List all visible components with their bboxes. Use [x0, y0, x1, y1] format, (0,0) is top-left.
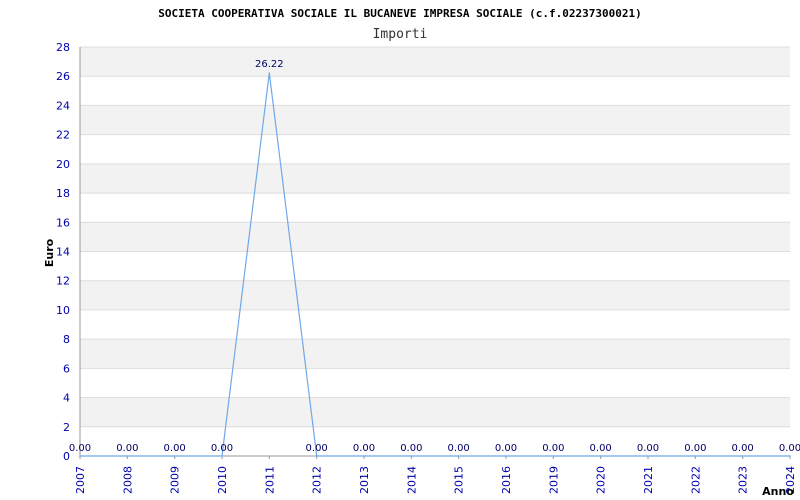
y-tick-label: 26: [56, 70, 70, 83]
x-tick-label: 2013: [358, 466, 371, 494]
x-tick-label: 2012: [311, 466, 324, 494]
x-tick-label: 2014: [405, 466, 418, 494]
grid-band: [80, 105, 790, 135]
y-tick-labels: 0246810121416182022242628: [56, 41, 70, 463]
data-label: 0.00: [400, 443, 422, 454]
data-point: [315, 455, 318, 457]
y-tick-label: 6: [63, 362, 70, 375]
y-tick-label: 28: [56, 41, 70, 54]
data-point: [694, 455, 697, 457]
data-point: [457, 455, 460, 457]
data-point: [268, 72, 271, 74]
y-axis-label: Euro: [43, 238, 56, 267]
y-tick-label: 16: [56, 216, 70, 229]
data-label: 0.00: [69, 443, 91, 454]
data-point: [410, 455, 413, 457]
grid-band: [80, 47, 790, 77]
grid-band: [80, 339, 790, 369]
data-point: [552, 455, 555, 457]
data-label: 0.00: [542, 443, 564, 454]
x-tick-label: 2011: [263, 466, 276, 494]
x-tick-label: 2023: [737, 466, 750, 494]
y-tick-label: 8: [63, 333, 70, 346]
x-tick-label: 2010: [216, 466, 229, 494]
data-label: 0.00: [732, 443, 754, 454]
data-label: 0.00: [448, 443, 470, 454]
y-tick-label: 2: [63, 421, 70, 434]
data-point: [505, 455, 507, 457]
x-tick-label: 2015: [453, 466, 466, 494]
x-tick-label: 2021: [642, 466, 655, 494]
y-tick-label: 22: [56, 129, 70, 142]
grid-band: [80, 397, 790, 427]
data-label: 0.00: [353, 443, 375, 454]
grid-band: [80, 222, 790, 252]
grid-band: [80, 280, 790, 310]
y-tick-label: 18: [56, 187, 70, 200]
chart-title: SOCIETA COOPERATIVA SOCIALE IL BUCANEVE …: [158, 7, 641, 20]
x-tick-label: 2007: [74, 466, 87, 494]
data-point: [79, 455, 81, 457]
data-point: [599, 455, 602, 457]
y-tick-label: 10: [56, 304, 70, 317]
data-point: [789, 455, 791, 457]
x-axis-label: Anno: [762, 485, 794, 498]
grid-band: [80, 163, 790, 194]
y-tick-label: 24: [56, 99, 70, 112]
data-label: 0.00: [164, 443, 186, 454]
data-label: 0.00: [637, 443, 659, 454]
data-point: [647, 455, 649, 457]
data-point: [741, 455, 744, 457]
x-tick-label: 2009: [169, 466, 182, 494]
line-chart: 0246810121416182022242628 2007 2008 2009 20…: [43, 7, 800, 498]
y-tick-label: 14: [56, 246, 70, 259]
data-point: [173, 455, 176, 457]
x-tick-label: 2022: [689, 466, 702, 494]
data-point: [126, 455, 129, 457]
x-tick-label: 2019: [547, 466, 560, 494]
data-point: [363, 455, 365, 457]
data-label: 0.00: [684, 443, 706, 454]
data-label: 0.00: [306, 443, 328, 454]
x-tick-labels: 2007 2008 2009 2010 2011 2012 2013 2014 2015 2016…: [74, 456, 797, 494]
data-label: 0.00: [116, 443, 138, 454]
data-label: 0.00: [779, 443, 800, 454]
data-point: [221, 455, 223, 457]
x-tick-label: 2008: [121, 466, 134, 494]
plot-background: [80, 47, 790, 427]
y-tick-label: 12: [56, 275, 70, 288]
x-tick-label: 2016: [500, 466, 513, 494]
y-tick-label: 20: [56, 158, 70, 171]
data-label: 0.00: [590, 443, 612, 454]
data-label: 0.00: [211, 443, 233, 454]
x-tick-label: 2020: [595, 466, 608, 494]
data-label: 0.00: [495, 443, 517, 454]
y-tick-label: 4: [63, 392, 70, 405]
data-label: 26.22: [255, 59, 284, 70]
chart-subtitle: Importi: [373, 27, 428, 42]
